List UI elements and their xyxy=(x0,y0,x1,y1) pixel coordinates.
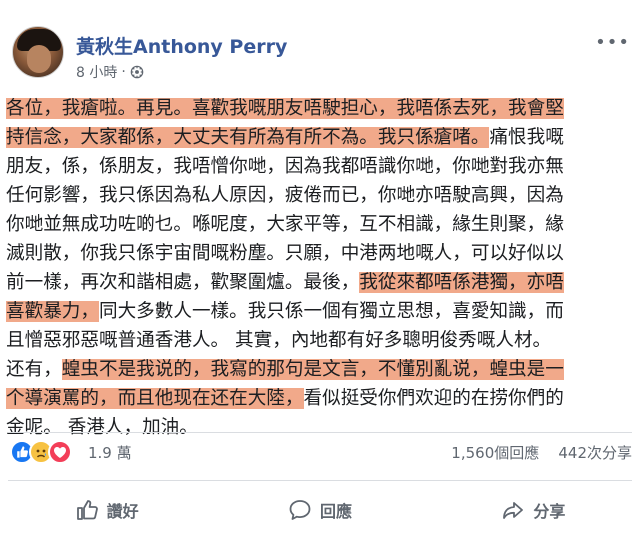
post-line: 还有，蝗虫不是我说的，我寫的那句是文言，不懂別亂说，蝗虫是一 xyxy=(6,355,636,384)
like-label: 讚好 xyxy=(106,502,139,521)
post-text-segment: 同大多數人一樣。我只係一個有獨立思想，喜愛知識，而 xyxy=(98,301,564,322)
post-line: 朋友，係，係朋友，我唔憎你哋，因為我都唔識你哋，你哋對我亦無 xyxy=(6,152,636,181)
shares-count[interactable]: 442次分享 xyxy=(558,444,632,462)
highlighted-text: 各位，我瘡啦。再見。喜歡我嘅朋友唔駛担心，我唔係去死，我會堅 xyxy=(6,98,564,119)
post-line: 前一樣，再次和諧相處，歡聚圍爐。最後，我從來都唔係港獨，亦唔 xyxy=(6,268,636,297)
post-line: 个導演罵的，而且他现在还在大陸，看似挺受你們欢迎的在捞你們的 xyxy=(6,384,636,413)
post-text-segment: 看似挺受你們欢迎的在捞你們的 xyxy=(303,388,564,409)
post-line: 任何影響，我只係因為私人原因，疲倦而已，你哋亦唔駛高興，因為 xyxy=(6,181,636,210)
more-options-button[interactable]: ••• xyxy=(595,32,630,53)
reaction-icons[interactable] xyxy=(10,440,72,464)
divider-top xyxy=(8,432,632,433)
thumbs-up-icon xyxy=(76,500,98,520)
post-line: 你哋並無成功咗啲乜。喺呢度，大家平等，互不相識，緣生則聚，緣 xyxy=(6,210,636,239)
meta-separator: · xyxy=(121,64,126,80)
post-text-segment: 朋友，係，係朋友，我唔憎你哋，因為我都唔識你哋，你哋對我亦無 xyxy=(6,156,564,177)
reactions-count[interactable]: 1.9 萬 xyxy=(88,442,132,463)
author-name[interactable]: 黃秋生Anthony Perry xyxy=(76,32,287,59)
share-button[interactable]: 分享 xyxy=(427,490,640,530)
like-button[interactable]: 讚好 xyxy=(0,490,213,530)
post-text-segment: 滅則散，你我只係宇宙間嘅粉塵。只願，中港两地嘅人，可以好似以 xyxy=(6,243,564,264)
post-text-segment: 金呢。 香港人，加油。 xyxy=(6,417,198,438)
highlighted-text: 喜歡暴力， xyxy=(6,301,99,322)
post-text-segment: 你哋並無成功咗啲乜。喺呢度，大家平等，互不相識，緣生則聚，緣 xyxy=(6,214,564,235)
author-avatar[interactable] xyxy=(12,26,64,78)
post-line: 喜歡暴力，同大多數人一樣。我只係一個有獨立思想，喜愛知識，而 xyxy=(6,297,636,326)
globe-icon xyxy=(130,65,144,79)
timestamp[interactable]: 8 小時 xyxy=(76,62,117,82)
highlighted-text: 我從來都唔係港獨，亦唔 xyxy=(359,272,564,293)
share-icon xyxy=(503,502,524,519)
post-actions: 讚好 回應 分享 xyxy=(0,490,640,530)
highlighted-text: 蝗虫不是我说的，我寫的那句是文言，不懂別亂说，蝗虫是一 xyxy=(61,359,564,380)
post-text-segment: 痛恨我嘅 xyxy=(489,127,564,148)
post-text-segment: 任何影響，我只係因為私人原因，疲倦而已，你哋亦唔駛高興，因為 xyxy=(6,185,564,206)
share-label: 分享 xyxy=(533,502,566,521)
love-icon xyxy=(48,440,72,464)
comment-label: 回應 xyxy=(319,502,352,521)
post-text-segment: 且憎惡邪惡嘅普通香港人。 其實，內地都有好多聰明俊秀嘅人材。 xyxy=(6,330,552,351)
post-text-segment: 还有， xyxy=(6,359,62,380)
post-meta: 8 小時 · xyxy=(76,62,144,82)
post-line: 各位，我瘡啦。再見。喜歡我嘅朋友唔駛担心，我唔係去死，我會堅 xyxy=(6,94,636,123)
post-line: 持信念，大家都係，大丈夫有所為有所不為。我只係瘡啫。痛恨我嘅 xyxy=(6,123,636,152)
post-text-segment: 前一樣，再次和諧相處，歡聚圍爐。最後， xyxy=(6,272,360,293)
comments-shares-count: 1,560個回應 442次分享 xyxy=(451,442,632,463)
highlighted-text: 个導演罵的，而且他现在还在大陸， xyxy=(6,388,304,409)
comment-button[interactable]: 回應 xyxy=(213,490,426,530)
divider-bottom xyxy=(8,480,632,481)
post-text: 各位，我瘡啦。再見。喜歡我嘅朋友唔駛担心，我唔係去死，我會堅 持信念，大家都係，大… xyxy=(6,94,636,442)
post-line: 滅則散，你我只係宇宙間嘅粉塵。只願，中港两地嘅人，可以好似以 xyxy=(6,239,636,268)
post-line: 且憎惡邪惡嘅普通香港人。 其實，內地都有好多聰明俊秀嘅人材。 xyxy=(6,326,636,355)
highlighted-text: 持信念，大家都係，大丈夫有所為有所不為。我只係瘡啫。 xyxy=(6,127,490,148)
comment-icon xyxy=(289,500,311,520)
post-stats: 1.9 萬 1,560個回應 442次分享 xyxy=(0,436,640,468)
avatar-face xyxy=(27,45,51,73)
post-header: 黃秋生Anthony Perry 8 小時 · ••• xyxy=(0,0,640,92)
comments-count[interactable]: 1,560個回應 xyxy=(451,444,539,462)
